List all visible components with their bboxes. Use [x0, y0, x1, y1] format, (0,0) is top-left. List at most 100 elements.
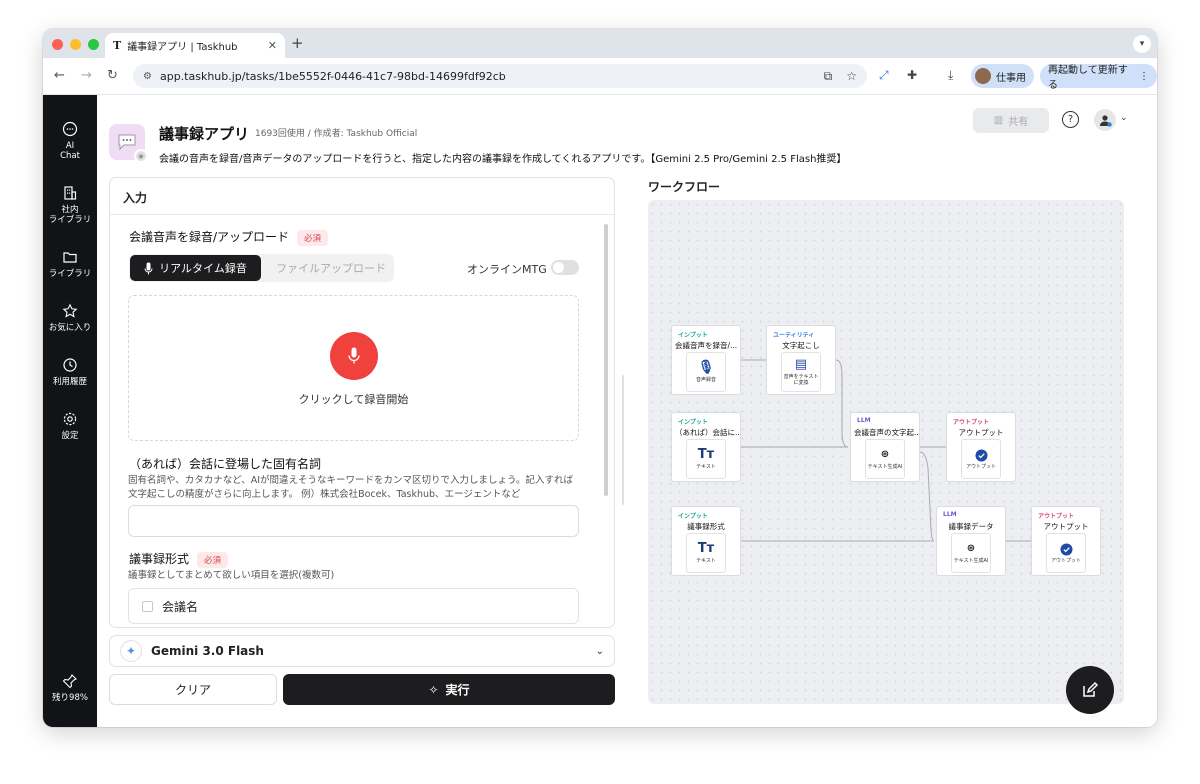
chat-icon — [62, 121, 78, 137]
sparkle-icon: ✧ — [428, 682, 439, 697]
zoom-window-button[interactable] — [88, 39, 99, 50]
browser-tab[interactable]: T 議事録アプリ | Taskhub ✕ — [105, 33, 285, 58]
url-text: app.taskhub.jp/tasks/1be5552f-0446-41c7-… — [159, 69, 506, 83]
menu-dots-icon: ⋮ — [1139, 70, 1149, 82]
ai-model-icon: ⊛ — [966, 543, 976, 554]
share-button[interactable]: ▥ 共有 — [973, 108, 1049, 133]
tab-search-chevron-icon[interactable]: ▾ — [1133, 35, 1151, 53]
workflow-node-audio-input[interactable]: インプット 会議音声を録音/... 🎙︎ 音声録音 — [671, 325, 741, 395]
sidebar-item-ai-chat[interactable]: AI Chat — [43, 121, 97, 161]
workflow-node-llm-minutes[interactable]: LLM 議事録データ ⊛ テキスト生成AI — [936, 506, 1006, 576]
clear-button[interactable]: クリア — [109, 674, 277, 705]
minimize-window-button[interactable] — [70, 39, 81, 50]
download-icon[interactable]: ⤓ — [948, 68, 953, 83]
reload-icon[interactable]: ↻ — [107, 68, 118, 83]
workflow-node-transcription[interactable]: ユーティリティ 文字起こし ▤ 音声をテキスト に変換 — [766, 325, 836, 395]
back-icon[interactable]: ← — [54, 68, 65, 83]
sidebar-item-label: AI Chat — [60, 141, 80, 161]
workflow-node-proper-nouns[interactable]: インプット （あれば）会話に... Tт テキスト — [671, 412, 741, 482]
tab-file-upload[interactable]: ファイルアップロード — [269, 255, 393, 281]
sidebar-item-favorites[interactable]: お気に入り — [43, 303, 97, 333]
sidebar-item-label: 設定 — [61, 431, 79, 441]
workflow-node-format-input[interactable]: インプット 議事録形式 Tт テキスト — [671, 506, 741, 576]
audio-mode-switch: リアルタイム録音 ファイルアップロード — [129, 254, 394, 282]
address-bar[interactable]: ⚙ app.taskhub.jp/tasks/1be5552f-0446-41c… — [133, 64, 867, 88]
profile-name: 仕事用 — [996, 72, 1026, 84]
record-hint: クリックして録音開始 — [298, 393, 409, 406]
main-content: ★ 議事録アプリ 1693回使用 / 作成者: Taskhub Official… — [97, 95, 1157, 727]
update-label: 再起動して更新する — [1048, 65, 1128, 91]
sidebar-item-label: ライブラリ — [48, 269, 92, 279]
required-badge: 必須 — [297, 229, 329, 246]
sidebar-item-history[interactable]: 利用履歴 — [43, 357, 97, 387]
install-app-icon[interactable]: ⧉ — [824, 69, 833, 84]
proper-nouns-input[interactable] — [128, 505, 579, 537]
audio-field-label: 会議音声を録音/アップロード 必須 — [129, 228, 329, 246]
microphone-icon — [144, 262, 153, 274]
pin-icon — [62, 674, 77, 689]
format-label: 議事録形式 必須 — [129, 550, 229, 568]
chevron-down-icon: ⌄ — [595, 645, 604, 657]
sidebar-item-settings[interactable]: 設定 — [43, 411, 97, 441]
model-name: Gemini 3.0 Flash — [151, 644, 264, 658]
online-mtg-toggle[interactable] — [551, 260, 579, 275]
workflow-title: ワークフロー — [648, 180, 721, 194]
user-avatar[interactable] — [1094, 109, 1116, 131]
app-sidebar: AI Chat 社内 ライブラリ ライブラリ お気に入り 利用履歴 設定 残り9… — [43, 95, 97, 727]
workflow-node-output-1[interactable]: アウトプット アウトプット アウトプット — [946, 412, 1016, 482]
sidebar-item-label: 社内 ライブラリ — [48, 205, 92, 225]
update-button[interactable]: 再起動して更新する ⋮ — [1040, 64, 1157, 91]
close-tab-icon[interactable]: ✕ — [268, 39, 277, 52]
chevron-down-icon[interactable]: ⌄ — [1120, 113, 1128, 123]
sidebar-usage: 残り98% — [43, 673, 97, 703]
document-icon: ▤ — [794, 357, 808, 372]
usage-remaining: 残り98% — [52, 693, 88, 703]
model-select[interactable]: ✦ Gemini 3.0 Flash ⌄ — [109, 635, 615, 667]
microphone-icon: 🎙︎ — [697, 360, 715, 375]
workflow-canvas[interactable]: インプット 会議音声を録音/... 🎙︎ 音声録音 ユーティリティ 文字起こし … — [648, 200, 1124, 704]
record-dropzone[interactable]: クリックして録音開始 — [128, 295, 579, 441]
workflow-node-output-2[interactable]: アウトプット アウトプット アウトプット — [1031, 506, 1101, 576]
puzzle-icon[interactable]: ✚ — [907, 68, 917, 82]
forward-icon[interactable]: → — [81, 68, 92, 83]
favorite-star-icon[interactable]: ★ — [134, 149, 148, 163]
text-icon: Tт — [697, 541, 715, 556]
help-icon[interactable]: ? — [1062, 111, 1079, 128]
panel-resize-handle[interactable] — [622, 375, 624, 505]
share-label: 共有 — [1008, 117, 1029, 128]
star-icon — [62, 303, 78, 318]
close-window-button[interactable] — [52, 39, 63, 50]
edit-icon — [1083, 681, 1099, 697]
folder-icon — [63, 252, 77, 263]
check-circle-icon — [975, 449, 987, 461]
format-option-meeting-name[interactable]: 会議名 — [128, 588, 579, 624]
user-icon — [1100, 115, 1112, 127]
bookmark-star-icon[interactable]: ☆ — [846, 69, 857, 83]
taskhub-favicon-icon: T — [113, 39, 122, 52]
format-help: 議事録としてまとめて欲しい項目を選択(複数可) — [128, 570, 335, 581]
tab-realtime-recording[interactable]: リアルタイム録音 — [130, 255, 261, 281]
microphone-icon — [348, 347, 360, 364]
new-tab-icon[interactable]: + — [291, 34, 304, 52]
site-settings-icon[interactable]: ⚙ — [143, 71, 152, 82]
app-description: 会議の音声を録音/音声データのアップロードを行うと、指定した内容の議事録を作成し… — [159, 154, 847, 165]
extension-icon[interactable]: ⤢ — [879, 68, 889, 83]
check-circle-icon — [1060, 543, 1072, 555]
input-scrollbar[interactable] — [604, 224, 608, 496]
edit-fab-button[interactable] — [1066, 666, 1114, 714]
gear-icon — [63, 412, 77, 426]
sidebar-item-label: お気に入り — [48, 323, 92, 333]
profile-button[interactable]: 仕事用 — [971, 64, 1034, 88]
browser-window: T 議事録アプリ | Taskhub ✕ + ▾ ← → ↻ ⚙ app.tas… — [43, 29, 1157, 727]
workflow-node-llm-transcript[interactable]: LLM 会議音声の文字起... ⊛ テキスト生成AI — [850, 412, 920, 482]
online-mtg-label: オンラインMTG — [467, 263, 547, 276]
record-button[interactable] — [330, 332, 378, 380]
run-button[interactable]: ✧ 実行 — [283, 674, 615, 705]
proper-nouns-help: 固有名詞や、カタカナなど、AIが間違えそうなキーワードをカンマ区切りで入力しまし… — [128, 475, 573, 500]
tab-strip: T 議事録アプリ | Taskhub ✕ + ▾ — [43, 29, 1157, 58]
tab-title: 議事録アプリ | Taskhub — [127, 42, 238, 53]
sidebar-item-library[interactable]: ライブラリ — [43, 249, 97, 279]
app-title: 議事録アプリ — [159, 125, 250, 143]
sidebar-item-company-library[interactable]: 社内 ライブラリ — [43, 185, 97, 225]
checkbox[interactable] — [142, 600, 153, 612]
